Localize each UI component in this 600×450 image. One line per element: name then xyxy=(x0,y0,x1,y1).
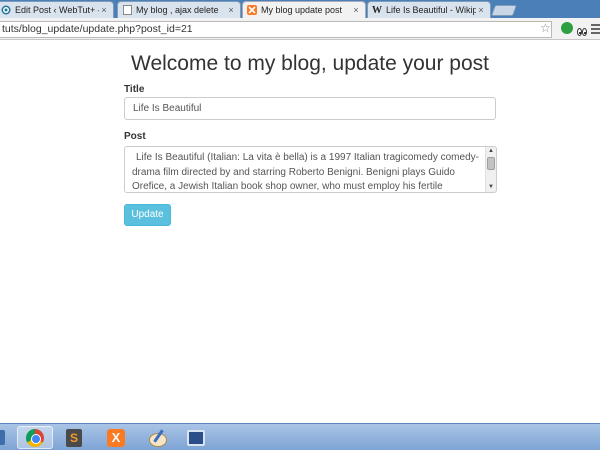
close-icon[interactable]: × xyxy=(99,5,109,15)
scrollbar[interactable]: ▲ ▼ xyxy=(485,147,496,192)
close-icon[interactable]: × xyxy=(226,5,236,15)
taskbar: S X xyxy=(0,423,600,450)
tab-label: Edit Post ‹ WebTut+ — W xyxy=(15,5,99,15)
wikipedia-icon: W xyxy=(372,4,382,16)
update-button[interactable]: Update xyxy=(124,204,171,226)
taskbar-xampp[interactable]: X xyxy=(98,426,134,449)
taskbar-remote[interactable] xyxy=(178,426,214,449)
taskbar-paint[interactable] xyxy=(139,426,175,449)
start-button[interactable] xyxy=(0,430,5,445)
title-label: Title xyxy=(124,84,145,95)
wordpress-icon xyxy=(1,5,11,15)
page-title: Welcome to my blog, update your post xyxy=(131,52,489,75)
xampp-icon xyxy=(247,5,257,15)
post-textarea[interactable]: Life Is Beautiful (Italian: La vita è be… xyxy=(124,146,497,193)
tab-ajax-delete[interactable]: My blog , ajax delete × xyxy=(117,1,241,18)
browser-toolbar: tuts/blog_update/update.php?post_id=21 ☆ xyxy=(0,18,600,40)
tab-label: Life Is Beautiful - Wikiped xyxy=(386,5,476,15)
extension-icon[interactable] xyxy=(561,22,573,34)
tab-label: My blog , ajax delete xyxy=(136,5,219,15)
xampp-icon: X xyxy=(107,428,125,447)
tab-strip: Edit Post ‹ WebTut+ — W × My blog , ajax… xyxy=(0,0,600,18)
close-icon[interactable]: × xyxy=(476,5,486,15)
post-text: Life Is Beautiful (Italian: La vita è be… xyxy=(132,152,479,192)
eyes-extension-icon[interactable] xyxy=(577,23,588,36)
tab-edit-post[interactable]: Edit Post ‹ WebTut+ — W × xyxy=(0,1,114,18)
bookmark-star-icon[interactable]: ☆ xyxy=(540,21,551,35)
tab-label: My blog update post xyxy=(261,5,343,15)
taskbar-chrome[interactable] xyxy=(17,426,53,449)
chrome-icon xyxy=(26,428,44,447)
title-input[interactable]: Life Is Beautiful xyxy=(124,97,496,120)
page-content: Welcome to my blog, update your post Tit… xyxy=(0,41,600,423)
scroll-down-arrow-icon[interactable]: ▼ xyxy=(486,183,496,192)
address-bar[interactable]: tuts/blog_update/update.php?post_id=21 xyxy=(0,21,552,38)
sublime-text-icon: S xyxy=(66,428,82,447)
remote-desktop-icon xyxy=(187,429,205,446)
new-tab-button[interactable] xyxy=(490,5,518,16)
blank-page-icon xyxy=(122,5,132,15)
menu-icon[interactable] xyxy=(591,24,600,34)
tab-wikipedia[interactable]: W Life Is Beautiful - Wikiped × xyxy=(367,1,491,18)
close-icon[interactable]: × xyxy=(351,5,361,15)
paint-icon xyxy=(148,429,167,447)
taskbar-sublime[interactable]: S xyxy=(56,426,92,449)
tab-update-post[interactable]: My blog update post × xyxy=(242,1,366,18)
scrollbar-thumb[interactable] xyxy=(487,157,495,170)
post-label: Post xyxy=(124,131,146,142)
scroll-up-arrow-icon[interactable]: ▲ xyxy=(486,147,496,156)
